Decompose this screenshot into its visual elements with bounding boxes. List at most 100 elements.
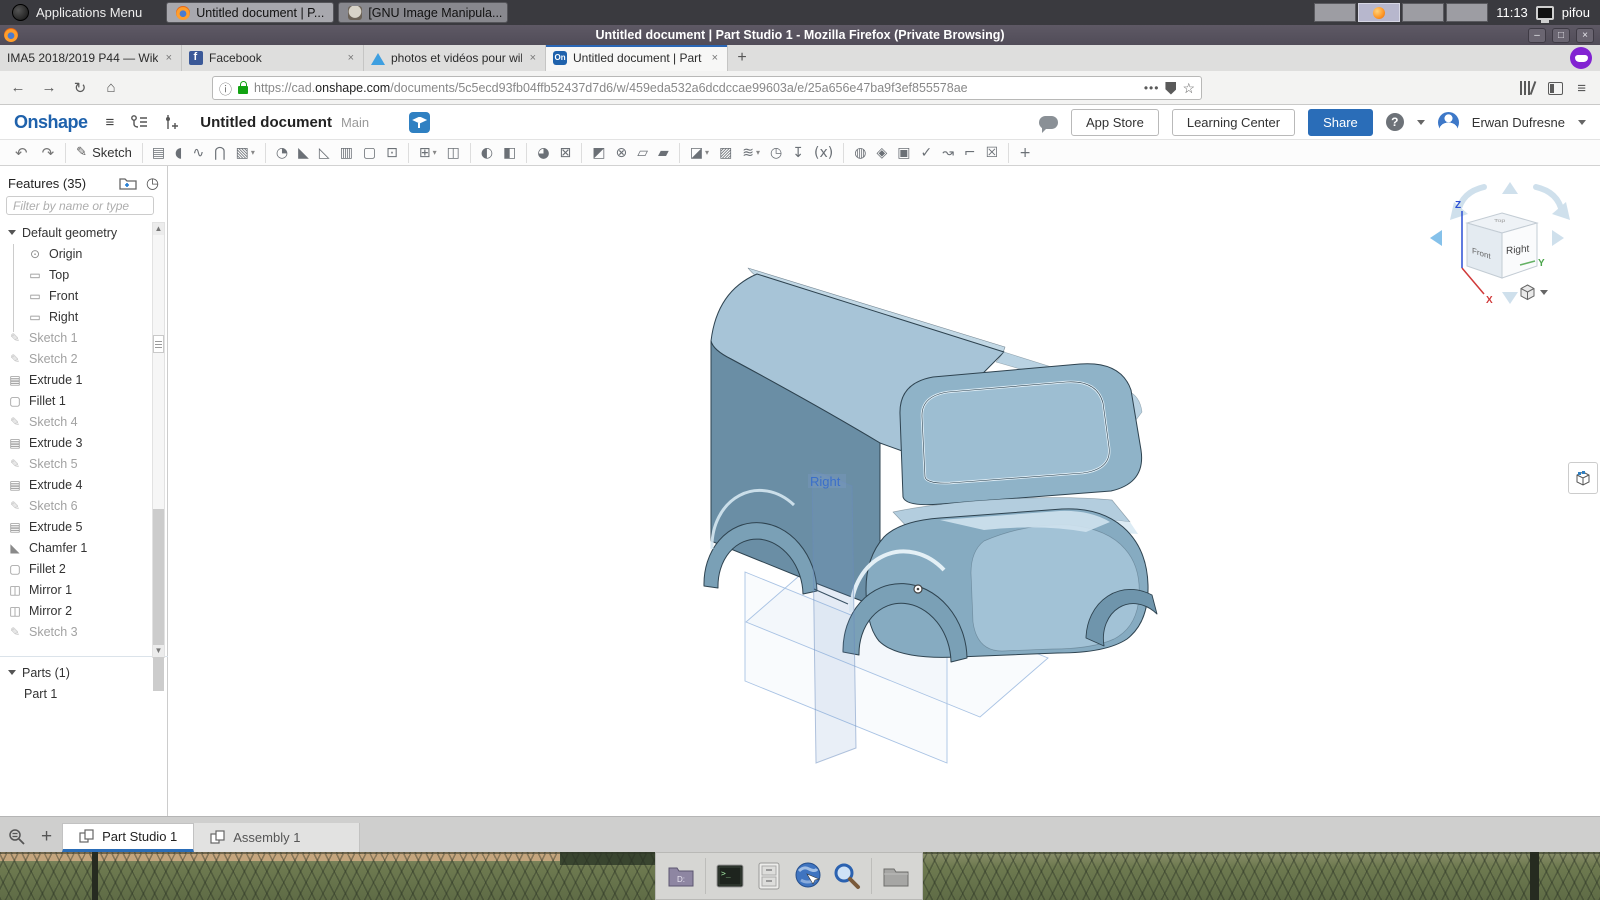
document-title[interactable]: Untitled document: [200, 114, 332, 131]
home-button[interactable]: ⌂: [98, 75, 124, 101]
branch-name[interactable]: Main: [341, 115, 369, 130]
toolbar-tool-button[interactable]: ◍ ▾: [843, 143, 871, 163]
tab-close-icon[interactable]: ×: [346, 52, 356, 64]
toolbar-tool-button[interactable]: ⊞ ▾: [408, 143, 442, 163]
lock-icon[interactable]: [238, 86, 248, 94]
toolbar-tool-button[interactable]: ↝ ▾: [937, 143, 959, 163]
toolbar-tool-button[interactable]: ▤ ▾: [147, 143, 170, 163]
toolbar-tool-button[interactable]: ◕ ▾: [526, 143, 554, 163]
toolbar-tool-button[interactable]: ▱ ▾: [632, 143, 653, 163]
url-bar[interactable]: ⓘ https://cad.onshape.com/documents/5c5e…: [212, 76, 1202, 100]
workspace-1[interactable]: [1314, 3, 1356, 22]
sidebar-toggle-icon[interactable]: [1548, 82, 1563, 95]
toolbar-tool-button[interactable]: ▥ ▾: [335, 143, 358, 163]
forward-button[interactable]: →: [36, 75, 62, 101]
toolbar-tool-button[interactable]: ✓ ▾: [915, 143, 937, 163]
page-actions-icon[interactable]: •••: [1144, 81, 1160, 95]
file-manager-icon[interactable]: [754, 861, 784, 891]
feature-item[interactable]: ▤ Extrude 1: [0, 369, 152, 390]
help-caret-icon[interactable]: [1417, 120, 1425, 125]
arrow-right-icon[interactable]: [1552, 230, 1564, 246]
menu-icon[interactable]: ≡: [1577, 80, 1586, 97]
part-item[interactable]: Part 1: [0, 683, 152, 704]
folder-icon[interactable]: [881, 861, 911, 891]
task-button[interactable]: Untitled document | P...: [166, 2, 334, 23]
rotate-ccw-icon[interactable]: [1458, 187, 1484, 212]
toolbar-tool-button[interactable]: ◷ ▾: [765, 143, 787, 163]
chevron-down-icon[interactable]: ▾: [251, 148, 255, 157]
browser-tab[interactable]: Facebook ×: [182, 45, 364, 71]
share-button[interactable]: Share: [1308, 109, 1373, 136]
document-tab[interactable]: Assembly 1: [194, 823, 360, 852]
toolbar-tool-button[interactable]: ∿ ▾: [187, 143, 209, 163]
feature-item[interactable]: ▤ Extrude 4: [0, 474, 152, 495]
web-browser-icon[interactable]: [793, 861, 823, 891]
versions-icon[interactable]: [130, 114, 148, 130]
toolbar-tool-button[interactable]: (x) ▾: [809, 143, 838, 163]
geometry-item[interactable]: ▭ Right: [0, 306, 152, 327]
view-cube[interactable]: Front Right Top Z X Y: [1422, 176, 1572, 311]
learning-badge-icon[interactable]: [409, 112, 430, 133]
url-text[interactable]: https://cad.onshape.com/documents/5c5ecd…: [254, 81, 1138, 95]
scroll-up-icon[interactable]: ▲: [153, 223, 164, 235]
filter-input[interactable]: [6, 196, 154, 215]
toolbar-tool-button[interactable]: ⌐ ▾: [959, 143, 981, 163]
default-geometry-group[interactable]: Default geometry: [0, 222, 152, 243]
toolbar-tool-button[interactable]: ◧ ▾: [498, 143, 521, 163]
features-scrollbar[interactable]: ▲ ▼: [152, 222, 165, 658]
avatar[interactable]: [1438, 112, 1459, 133]
arrow-left-icon[interactable]: [1430, 230, 1442, 246]
feature-item[interactable]: ✎ Sketch 6: [0, 495, 152, 516]
user-caret-icon[interactable]: [1578, 120, 1586, 125]
page-info-icon[interactable]: ⓘ: [219, 79, 232, 98]
reload-button[interactable]: ↻: [67, 75, 93, 101]
undo-button[interactable]: ↶: [8, 144, 35, 162]
arrow-down-icon[interactable]: [1502, 292, 1518, 304]
toolbar-tool-button[interactable]: ↧ ▾: [787, 143, 809, 163]
terminal-icon[interactable]: >_: [715, 861, 745, 891]
browser-tab[interactable]: photos et vidéos pour wiki ×: [364, 45, 546, 71]
scroll-down-icon[interactable]: ▼: [153, 645, 164, 657]
feature-item[interactable]: ◣ Chamfer 1: [0, 537, 152, 558]
library-icon[interactable]: [1520, 81, 1534, 95]
parts-group[interactable]: Parts (1): [0, 662, 152, 683]
user-name[interactable]: Erwan Dufresne: [1472, 115, 1565, 130]
feature-item[interactable]: ▤ Extrude 3: [0, 432, 152, 453]
application-finder-icon[interactable]: [832, 861, 862, 891]
toolbar-tool-button[interactable]: ◩ ▾: [581, 143, 610, 163]
home-folder-icon[interactable]: D:: [666, 861, 696, 891]
feature-item[interactable]: ✎ Sketch 1: [0, 327, 152, 348]
rollback-history-icon[interactable]: ◷: [146, 174, 159, 192]
back-button[interactable]: ←: [5, 75, 31, 101]
feature-item[interactable]: ✎ Sketch 3: [0, 621, 152, 642]
view-options-button[interactable]: [1519, 284, 1548, 301]
tab-close-icon[interactable]: ×: [528, 52, 538, 64]
toolbar-tool-button[interactable]: ◖ ▾: [170, 143, 187, 163]
new-folder-icon[interactable]: [119, 176, 137, 190]
tab-manager-icon[interactable]: [8, 827, 29, 845]
toolbar-tool-button[interactable]: ◺ ▾: [314, 143, 335, 163]
task-button[interactable]: [GNU Image Manipula...: [338, 2, 508, 23]
toolbar-tool-button[interactable]: ▣ ▾: [892, 143, 915, 163]
toolbar-tool-button[interactable]: ◫ ▾: [442, 143, 465, 163]
applications-menu[interactable]: Applications Menu: [0, 0, 154, 25]
bookmark-star-icon[interactable]: ☆: [1182, 80, 1195, 97]
computer-icon[interactable]: [1536, 6, 1554, 20]
feature-item[interactable]: ◫ Mirror 2: [0, 600, 152, 621]
feature-item[interactable]: ✎ Sketch 2: [0, 348, 152, 369]
maximize-button[interactable]: □: [1552, 28, 1570, 43]
geometry-item[interactable]: ⊙ Origin: [0, 243, 152, 264]
origin-marker[interactable]: [914, 585, 922, 593]
workspace-3[interactable]: [1402, 3, 1444, 22]
add-tab-button[interactable]: +: [41, 826, 52, 848]
toolbar-tool-button[interactable]: + ▾: [1008, 143, 1036, 163]
toolbar-tool-button[interactable]: ☒ ▾: [981, 143, 1004, 163]
chevron-down-icon[interactable]: ▾: [756, 148, 760, 157]
browser-tab[interactable]: IMA5 2018/2019 P44 — Wiki d ×: [0, 45, 182, 71]
toolbar-tool-button[interactable]: ▢ ▾: [358, 143, 381, 163]
document-tab[interactable]: Part Studio 1: [62, 823, 194, 852]
toolbar-tool-button[interactable]: ▨ ▾: [714, 143, 737, 163]
feature-item[interactable]: ▢ Fillet 2: [0, 558, 152, 579]
geometry-item[interactable]: ▭ Front: [0, 285, 152, 306]
toolbar-tool-button[interactable]: ▧ ▾: [231, 143, 260, 163]
